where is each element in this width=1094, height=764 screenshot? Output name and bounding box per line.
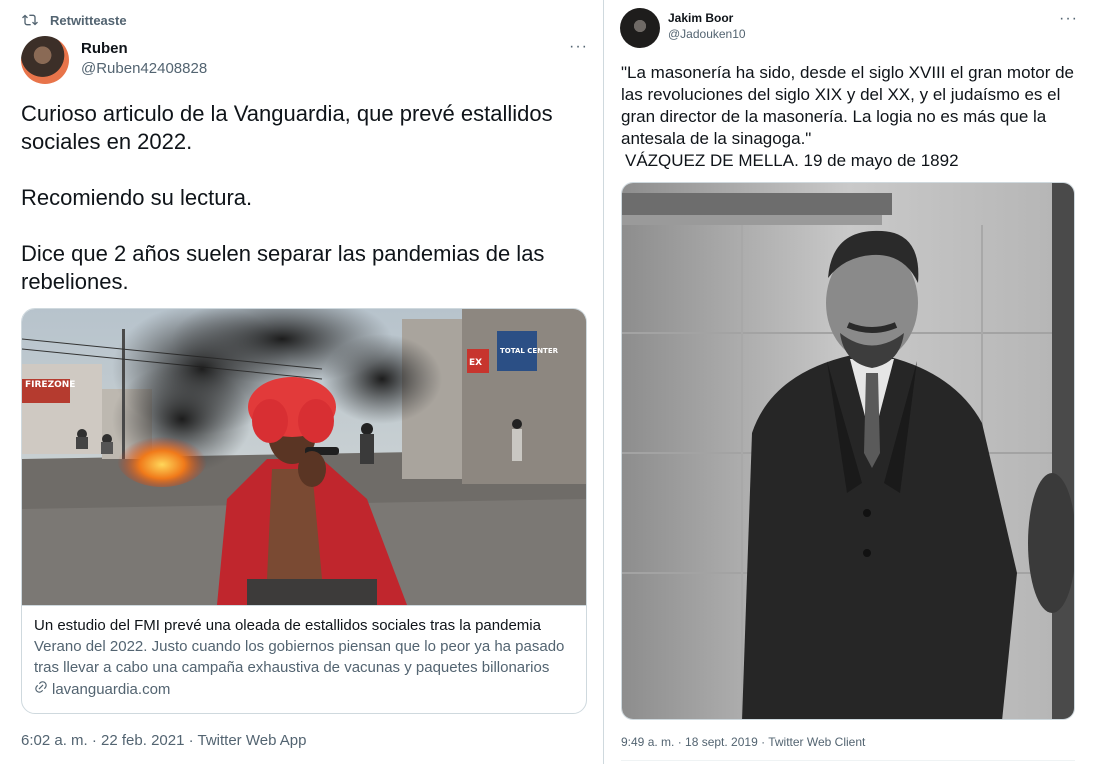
tweet-quote: "La masonería ha sido, desde el siglo XV… [621, 63, 1075, 148]
tweet: Jakim Boor @Jadouken10 ··· "La masonería… [605, 0, 1094, 764]
tweet-timestamp[interactable]: 6:02 a. m. · 22 feb. 2021 · Twitter Web … [21, 732, 306, 749]
retweeted-tweet: Retwitteaste Ruben @Ruben42408828 ··· Cu… [0, 0, 604, 764]
card-domain[interactable]: lavanguardia.com [34, 680, 576, 698]
author-name[interactable]: Jakim Boor [668, 10, 746, 26]
more-icon[interactable]: ··· [1059, 11, 1078, 27]
retweet-icon [22, 12, 38, 28]
author-block[interactable]: Jakim Boor @Jadouken10 [668, 10, 746, 42]
card-description: Verano del 2022. Justo cuando los gobier… [34, 638, 565, 676]
card-title[interactable]: Un estudio del FMI prevé una oleada de e… [34, 616, 576, 636]
tweet-paragraph: Curioso articulo de la Vanguardia, que p… [21, 101, 553, 154]
author-block[interactable]: Ruben @Ruben42408828 [81, 39, 207, 79]
more-icon[interactable]: ··· [569, 39, 588, 55]
card-domain-label[interactable]: lavanguardia.com [52, 681, 170, 698]
tweet-paragraph: Dice que 2 años suelen separar las pande… [21, 241, 545, 294]
tweet-timestamp[interactable]: 9:49 a. m. · 18 sept. 2019 · Twitter Web… [621, 735, 865, 749]
avatar[interactable] [620, 8, 660, 48]
link-icon [34, 680, 48, 698]
retweet-indicator[interactable]: Retwitteaste [22, 10, 127, 30]
tweet-photo[interactable] [621, 182, 1075, 720]
divider [621, 760, 1075, 761]
total-center-sign: TOTAL CENTER [500, 347, 559, 355]
tweet-paragraph: Recomiendo su lectura. [21, 185, 253, 210]
author-handle[interactable]: @Ruben42408828 [81, 59, 207, 79]
card-body[interactable]: Un estudio del FMI prevé una oleada de e… [22, 605, 586, 713]
author-handle[interactable]: @Jadouken10 [668, 26, 746, 42]
author-name[interactable]: Ruben [81, 39, 207, 59]
avatar[interactable] [21, 36, 69, 84]
link-card[interactable]: FIREZONE TOTAL CENTER EX Un estudio del … [21, 308, 587, 714]
tweet-text: "La masonería ha sido, desde el siglo XV… [621, 62, 1081, 172]
retweet-label: Retwitteaste [50, 12, 127, 28]
tweet-signature: VÁZQUEZ DE MELLA. 19 de mayo de 1892 [625, 151, 959, 170]
firezone-sign: FIREZONE [25, 380, 75, 390]
tweet-text: Curioso articulo de la Vanguardia, que p… [21, 100, 591, 296]
card-image[interactable]: FIREZONE TOTAL CENTER EX [22, 309, 587, 605]
ex-sign: EX [469, 358, 482, 368]
